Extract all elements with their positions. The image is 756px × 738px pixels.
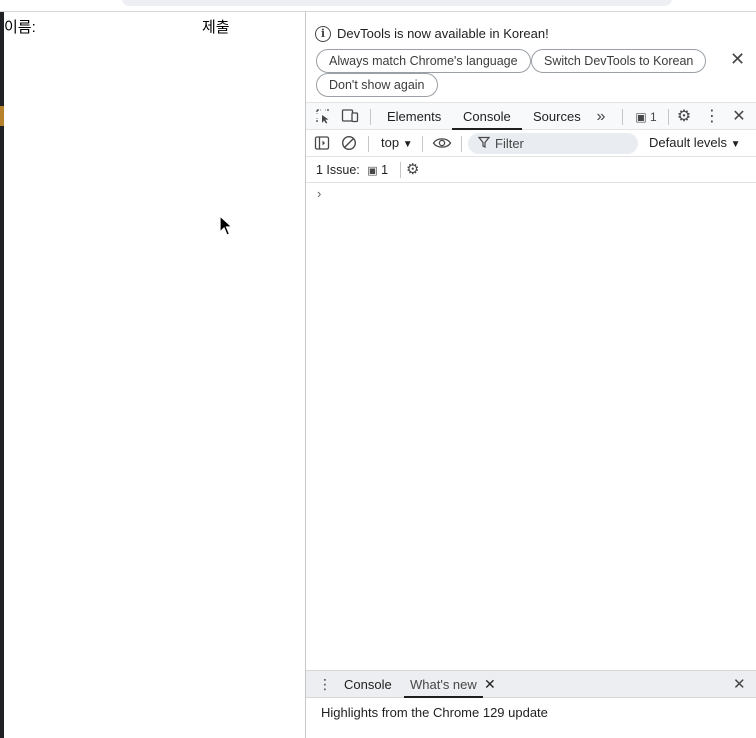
- filter-icon: [477, 136, 491, 151]
- whats-new-close-icon[interactable]: ✕: [484, 676, 496, 693]
- address-bar[interactable]: [122, 0, 672, 6]
- log-levels-value: Default levels: [649, 135, 728, 150]
- inspect-element-icon[interactable]: [314, 108, 332, 126]
- mouse-cursor-icon: [219, 215, 233, 236]
- message-icon: ▣: [367, 165, 378, 177]
- sidebar-toggle-icon[interactable]: [314, 135, 330, 151]
- issues-counter-value: 1: [650, 110, 657, 124]
- issues-link[interactable]: 1 Issue: ▣ 1: [316, 163, 388, 177]
- devtools-panel: i DevTools is now available in Korean! ✕…: [305, 12, 756, 738]
- context-selector[interactable]: top ▼: [381, 135, 413, 150]
- tab-elements[interactable]: Elements: [387, 103, 441, 130]
- page-viewport: 이름: 제출: [4, 12, 305, 738]
- info-icon: i: [315, 26, 331, 42]
- issues-count: 1: [381, 163, 389, 177]
- name-label: 이름:: [4, 19, 36, 36]
- issues-bar: 1 Issue: ▣ 1 ⚙: [306, 157, 756, 183]
- dont-show-again-button[interactable]: Don't show again: [316, 73, 438, 97]
- more-vert-icon[interactable]: ⋮: [703, 108, 721, 126]
- filter-box: [468, 133, 638, 154]
- device-toolbar-icon[interactable]: [341, 108, 359, 126]
- close-icon[interactable]: ✕: [730, 108, 748, 126]
- drawer-close-icon[interactable]: ✕: [733, 675, 746, 693]
- drawer-menu-icon[interactable]: ⋮: [318, 676, 332, 693]
- issues-counter[interactable]: ▣ 1: [631, 108, 661, 126]
- console-prompt[interactable]: ›: [317, 186, 321, 201]
- browser-top-strip: [0, 0, 756, 12]
- switch-korean-button[interactable]: Switch DevTools to Korean: [531, 49, 707, 73]
- drawer-tabbar: ⋮ Console What's new ✕ ✕: [306, 670, 756, 698]
- tab-sources[interactable]: Sources: [533, 103, 581, 130]
- drawer-tab-whats-new[interactable]: What's new: [404, 671, 483, 698]
- infobar-message: DevTools is now available in Korean!: [337, 26, 549, 41]
- submit-button[interactable]: 제출: [202, 16, 230, 37]
- clear-console-icon[interactable]: [341, 135, 357, 151]
- whats-new-content: Highlights from the Chrome 129 update: [321, 705, 548, 720]
- console-toolbar: top ▼ Default levels ▼: [306, 130, 756, 157]
- tab-console[interactable]: Console: [452, 103, 522, 130]
- message-icon: ▣: [635, 110, 647, 124]
- drawer-tab-console[interactable]: Console: [344, 671, 392, 698]
- console-settings-gear-icon[interactable]: ⚙: [406, 160, 419, 178]
- more-tabs-icon[interactable]: »: [592, 108, 610, 126]
- issues-label: 1 Issue:: [316, 163, 360, 177]
- infobar-close-icon[interactable]: ✕: [730, 49, 745, 70]
- match-language-button[interactable]: Always match Chrome's language: [316, 49, 531, 73]
- gear-icon[interactable]: ⚙: [675, 108, 693, 126]
- drawer: ⋮ Console What's new ✕ ✕ Highlights from…: [306, 670, 756, 738]
- devtools-tabbar: Elements Console Sources » ▣ 1 ⚙ ⋮ ✕: [306, 102, 756, 130]
- filter-input[interactable]: [495, 135, 630, 151]
- live-expression-icon[interactable]: [432, 135, 452, 151]
- log-levels-dropdown[interactable]: Default levels ▼: [649, 135, 741, 150]
- language-infobar: i DevTools is now available in Korean! ✕…: [306, 12, 756, 100]
- context-value: top: [381, 135, 400, 150]
